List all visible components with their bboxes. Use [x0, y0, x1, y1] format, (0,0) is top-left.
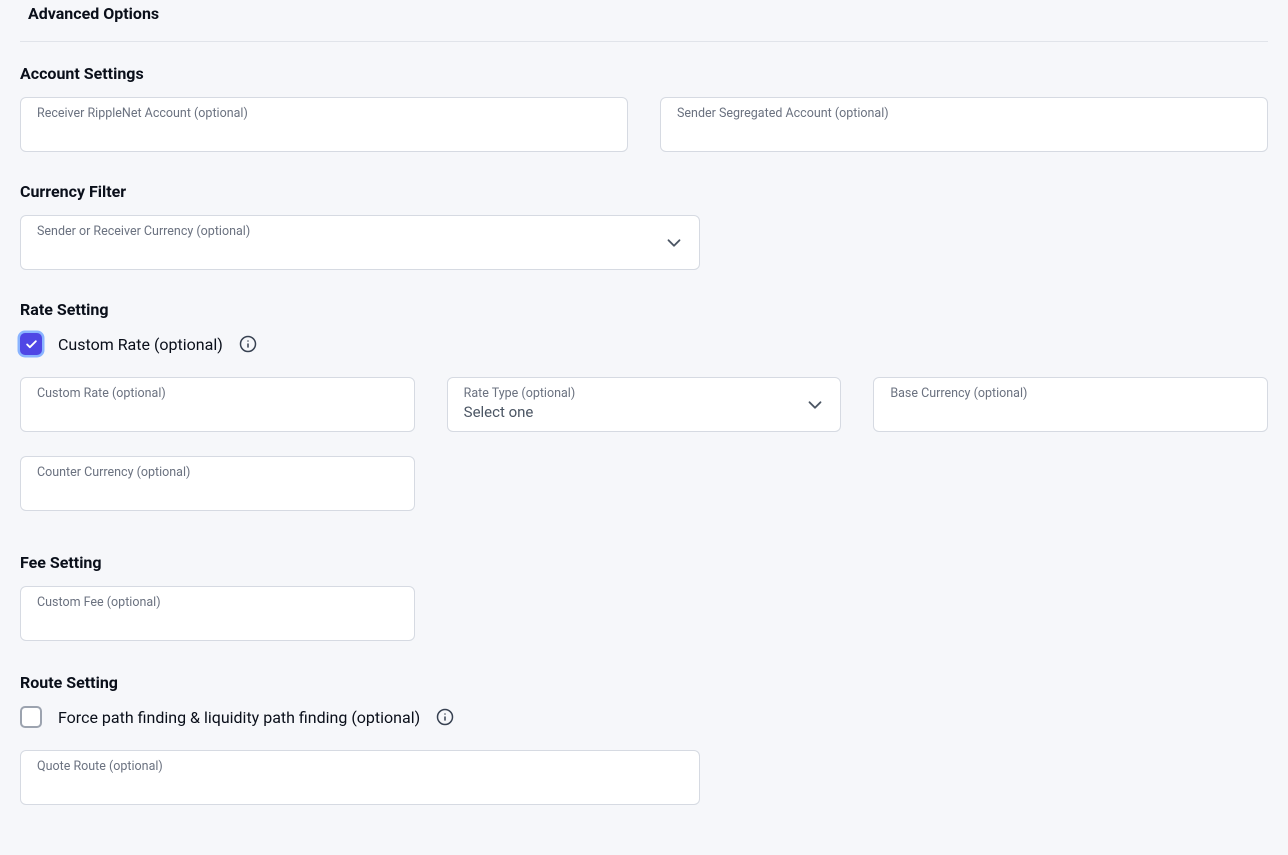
receiver-ripplenet-account-input[interactable]: Receiver RippleNet Account (optional) [20, 97, 628, 152]
rate-setting-title: Rate Setting [20, 300, 1268, 319]
rate-type-label: Rate Type (optional) [464, 386, 801, 401]
counter-currency-label: Counter Currency (optional) [37, 465, 400, 480]
custom-rate-label: Custom Rate (optional) [37, 386, 400, 401]
info-icon[interactable] [239, 335, 257, 353]
base-currency-label: Base Currency (optional) [890, 386, 1253, 401]
custom-rate-checkbox-label: Custom Rate (optional) [58, 335, 223, 354]
sender-receiver-currency-label: Sender or Receiver Currency (optional) [37, 224, 659, 239]
custom-fee-input[interactable]: Custom Fee (optional) [20, 586, 415, 641]
sender-receiver-currency-select[interactable]: Sender or Receiver Currency (optional) [20, 215, 700, 270]
chevron-down-icon [663, 232, 685, 254]
custom-fee-label: Custom Fee (optional) [37, 595, 400, 610]
info-icon[interactable] [436, 708, 454, 726]
force-path-checkbox-label: Force path finding & liquidity path find… [58, 708, 420, 727]
quote-route-input[interactable]: Quote Route (optional) [20, 750, 700, 805]
advanced-options-header: Advanced Options [20, 0, 1268, 41]
chevron-down-icon [804, 394, 826, 416]
check-icon [25, 338, 38, 351]
fee-setting-title: Fee Setting [20, 553, 1268, 572]
sender-segregated-account-label: Sender Segregated Account (optional) [677, 106, 1253, 121]
rate-type-value: Select one [464, 403, 801, 423]
route-setting-title: Route Setting [20, 673, 1268, 692]
sender-segregated-account-input[interactable]: Sender Segregated Account (optional) [660, 97, 1268, 152]
force-path-checkbox[interactable] [20, 706, 42, 728]
base-currency-input[interactable]: Base Currency (optional) [873, 377, 1268, 432]
custom-rate-input[interactable]: Custom Rate (optional) [20, 377, 415, 432]
receiver-ripplenet-account-label: Receiver RippleNet Account (optional) [37, 106, 613, 121]
custom-rate-checkbox[interactable] [20, 333, 42, 355]
currency-filter-title: Currency Filter [20, 182, 1268, 201]
rate-type-select[interactable]: Rate Type (optional) Select one [447, 377, 842, 432]
account-settings-title: Account Settings [20, 64, 1268, 83]
counter-currency-input[interactable]: Counter Currency (optional) [20, 456, 415, 511]
quote-route-label: Quote Route (optional) [37, 759, 685, 774]
divider [20, 41, 1268, 42]
